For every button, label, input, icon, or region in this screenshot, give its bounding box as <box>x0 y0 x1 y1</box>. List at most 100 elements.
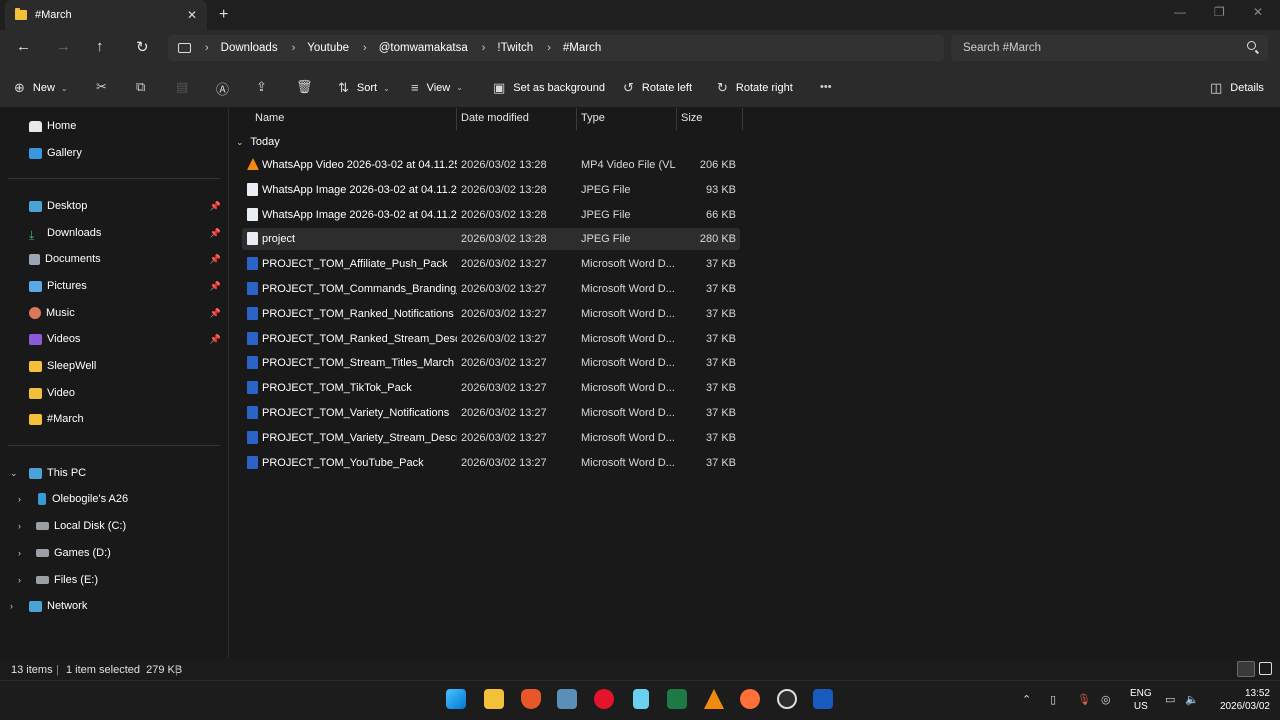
pin-icon[interactable]: 📌 <box>210 201 221 212</box>
more-options-icon[interactable]: ••• <box>820 81 832 93</box>
word-icon[interactable] <box>813 689 833 709</box>
sidebar-item-video[interactable]: Video <box>29 383 75 403</box>
start-button-icon[interactable] <box>446 689 466 709</box>
sidebar-item-phone[interactable]: Olebogile's A26 <box>36 489 128 509</box>
set-as-background-button[interactable]: ▣ Set as background <box>493 80 605 96</box>
column-divider[interactable] <box>576 108 577 130</box>
network-icon[interactable]: ▭ <box>1165 693 1175 706</box>
file-row[interactable]: PROJECT_TOM_Affiliate_Push_Pack 2026/03/0… <box>242 253 740 275</box>
share-icon[interactable]: ⇪ <box>256 79 267 95</box>
cut-icon[interactable]: ✂ <box>96 79 107 95</box>
vlc-icon[interactable] <box>704 689 724 709</box>
file-row[interactable]: WhatsApp Image 2026-03-02 at 04.11.27...… <box>242 204 740 226</box>
delete-icon[interactable]: 🗑 <box>296 79 313 95</box>
sidebar-item-desktop[interactable]: Desktop 📌 <box>29 196 227 216</box>
firefox-icon[interactable] <box>740 689 760 709</box>
app-icon[interactable] <box>557 689 577 709</box>
breadcrumb-march[interactable]: #March <box>563 42 601 54</box>
file-explorer-icon[interactable] <box>484 689 504 709</box>
file-row[interactable]: PROJECT_TOM_Stream_Titles_March 2026/03/0… <box>242 352 740 374</box>
chevron-right-icon[interactable]: › <box>18 521 21 531</box>
chevron-right-icon[interactable]: › <box>482 42 486 54</box>
chevron-right-icon[interactable]: › <box>10 601 13 611</box>
large-icons-view-icon[interactable] <box>1259 662 1272 675</box>
tab-march[interactable]: #March ✕ <box>5 0 207 30</box>
up-arrow-icon[interactable]: ↑ <box>96 38 104 55</box>
pin-icon[interactable]: 📌 <box>210 334 221 345</box>
sidebar-item-files-e[interactable]: Files (E:) <box>36 570 98 590</box>
sidebar-item-pictures[interactable]: Pictures 📌 <box>29 276 227 296</box>
opera-icon[interactable] <box>594 689 614 709</box>
maximize-button[interactable]: ❐ <box>1214 5 1225 19</box>
sidebar-item-music[interactable]: Music 📌 <box>29 303 227 323</box>
sort-button[interactable]: ⇅ Sort ⌄ <box>338 80 390 96</box>
file-row[interactable]: PROJECT_TOM_Ranked_Stream_Descripti... 20… <box>242 328 740 350</box>
paste-icon[interactable]: ▤ <box>176 79 188 95</box>
file-row[interactable]: PROJECT_TOM_Variety_Notifications 2026/03… <box>242 402 740 424</box>
search-icon[interactable] <box>1247 41 1256 50</box>
sidebar-item-march[interactable]: #March <box>29 409 84 429</box>
chevron-right-icon[interactable]: › <box>18 548 21 558</box>
sidebar-item-network[interactable]: Network <box>29 596 87 616</box>
breadcrumb-twitch[interactable]: !Twitch <box>497 42 533 54</box>
chevron-right-icon[interactable]: › <box>205 42 209 54</box>
minimize-button[interactable]: — <box>1174 5 1186 19</box>
chevron-right-icon[interactable]: › <box>363 42 367 54</box>
chevron-right-icon[interactable]: › <box>18 494 21 504</box>
sidebar-item-documents[interactable]: Documents 📌 <box>29 249 227 269</box>
file-row[interactable]: PROJECT_TOM_TikTok_Pack 2026/03/02 13:27 M… <box>242 377 740 399</box>
breadcrumb-youtube[interactable]: Youtube <box>307 42 349 54</box>
breadcrumb[interactable]: › Downloads › Youtube › @tomwamakatsa › … <box>168 35 944 61</box>
column-header-name[interactable]: Name <box>255 112 284 132</box>
details-view-icon[interactable] <box>1237 661 1255 677</box>
new-tab-button[interactable]: + <box>219 6 228 24</box>
volume-icon[interactable]: 🔈 <box>1185 693 1199 706</box>
file-row[interactable]: WhatsApp Image 2026-03-02 at 04.11.27...… <box>242 179 740 201</box>
copy-icon[interactable]: ⧉ <box>136 79 145 95</box>
column-header-size[interactable]: Size <box>681 112 702 132</box>
sidebar-item-videos[interactable]: Videos 📌 <box>29 329 227 349</box>
app-icon[interactable] <box>777 689 797 709</box>
details-button[interactable]: ◫ Details <box>1210 80 1264 96</box>
usb-icon[interactable]: ▯ <box>1050 693 1056 706</box>
sidebar-item-games-d[interactable]: Games (D:) <box>36 543 111 563</box>
pin-icon[interactable]: 📌 <box>210 254 221 265</box>
new-button[interactable]: ⊕ New ⌄ <box>14 80 68 96</box>
sidebar-item-downloads[interactable]: ⤓ Downloads 📌 <box>29 223 227 243</box>
rename-icon[interactable]: Ⓐ <box>216 79 229 98</box>
column-divider[interactable] <box>676 108 677 130</box>
location-icon[interactable]: ◎ <box>1101 693 1111 706</box>
close-tab-icon[interactable]: ✕ <box>187 8 197 22</box>
sidebar-item-home[interactable]: Home <box>29 116 76 136</box>
breadcrumb-downloads[interactable]: Downloads <box>221 42 278 54</box>
close-window-button[interactable]: ✕ <box>1253 5 1263 19</box>
chevron-down-icon[interactable]: ⌄ <box>10 468 18 479</box>
chevron-right-icon[interactable]: › <box>547 42 551 54</box>
search-input[interactable]: Search #March <box>951 35 1268 61</box>
column-divider[interactable] <box>742 108 743 130</box>
sidebar-item-this-pc[interactable]: This PC <box>29 463 86 483</box>
microphone-icon[interactable]: 🎙 <box>1077 693 1091 706</box>
view-button[interactable]: ≡ View ⌄ <box>411 80 463 95</box>
file-row[interactable]: PROJECT_TOM_Commands_Branding_Pack 2026/0… <box>242 278 740 300</box>
file-row[interactable]: PROJECT_TOM_YouTube_Pack 2026/03/02 13:27… <box>242 452 740 474</box>
excel-icon[interactable] <box>667 689 687 709</box>
file-row[interactable]: PROJECT_TOM_Ranked_Notifications 2026/03/… <box>242 303 740 325</box>
chevron-right-icon[interactable]: › <box>18 575 21 585</box>
sidebar-item-gallery[interactable]: Gallery <box>29 143 82 163</box>
column-divider[interactable] <box>456 108 457 130</box>
breadcrumb-tomwamakatsa[interactable]: @tomwamakatsa <box>379 42 468 54</box>
group-header-today[interactable]: ⌄ Today <box>236 136 280 148</box>
rotate-left-button[interactable]: ↺ Rotate left <box>623 80 692 96</box>
column-header-date[interactable]: Date modified <box>461 112 529 132</box>
chevron-up-icon[interactable]: ⌃ <box>1022 693 1031 706</box>
sidebar-item-sleepwell[interactable]: SleepWell <box>29 356 96 376</box>
chevron-right-icon[interactable]: › <box>292 42 296 54</box>
pin-icon[interactable]: 📌 <box>210 281 221 292</box>
brave-browser-icon[interactable] <box>521 689 541 709</box>
back-arrow-icon[interactable]: ← <box>16 38 31 55</box>
column-header-type[interactable]: Type <box>581 112 605 132</box>
file-row[interactable]: project 2026/03/02 13:28 JPEG File 280 KB <box>242 228 740 251</box>
file-row[interactable]: WhatsApp Video 2026-03-02 at 04.11.25 202… <box>242 154 740 176</box>
clock[interactable]: 13:52 2026/03/02 <box>1220 687 1270 713</box>
